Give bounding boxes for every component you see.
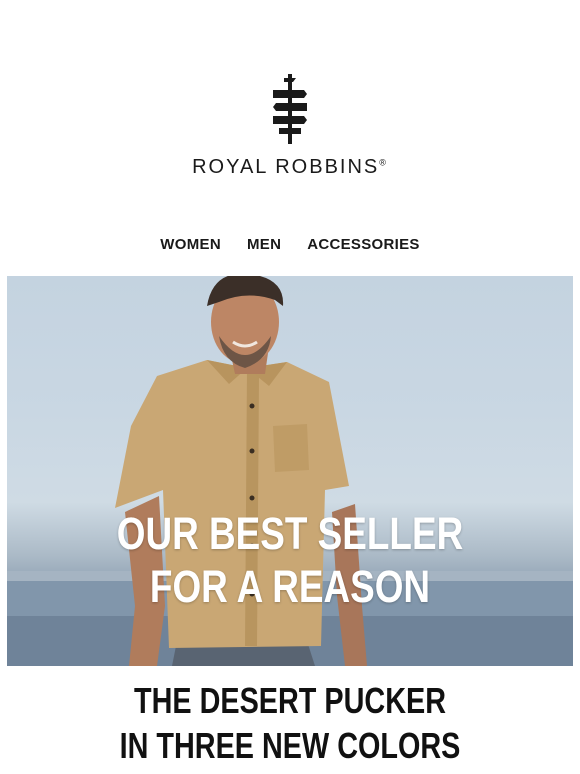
hero-headline-line2: FOR A REASON — [149, 561, 431, 612]
nav-link-accessories[interactable]: ACCESSORIES — [307, 236, 420, 253]
brand-logo[interactable]: ROYAL ROBBINS® — [7, 70, 573, 179]
nav-link-women[interactable]: WOMEN — [160, 236, 221, 253]
tree-signpost-logo-icon — [273, 74, 307, 144]
nav-link-men[interactable]: MEN — [247, 236, 281, 253]
brand-wordmark: ROYAL ROBBINS® — [7, 156, 573, 179]
email-frame: ROYAL ROBBINS® WOMEN MEN ACCESSORIES OUR… — [7, 0, 573, 774]
top-nav: WOMEN MEN ACCESSORIES — [7, 236, 573, 253]
brand-name: ROYAL ROBBINS — [192, 156, 380, 178]
hero-headline-line1: OUR BEST SELLER — [116, 508, 464, 559]
registered-mark: ® — [379, 157, 388, 168]
promo-line1: THE DESERT PUCKER — [133, 680, 447, 721]
promo-line2: IN THREE NEW COLORS — [119, 725, 461, 766]
